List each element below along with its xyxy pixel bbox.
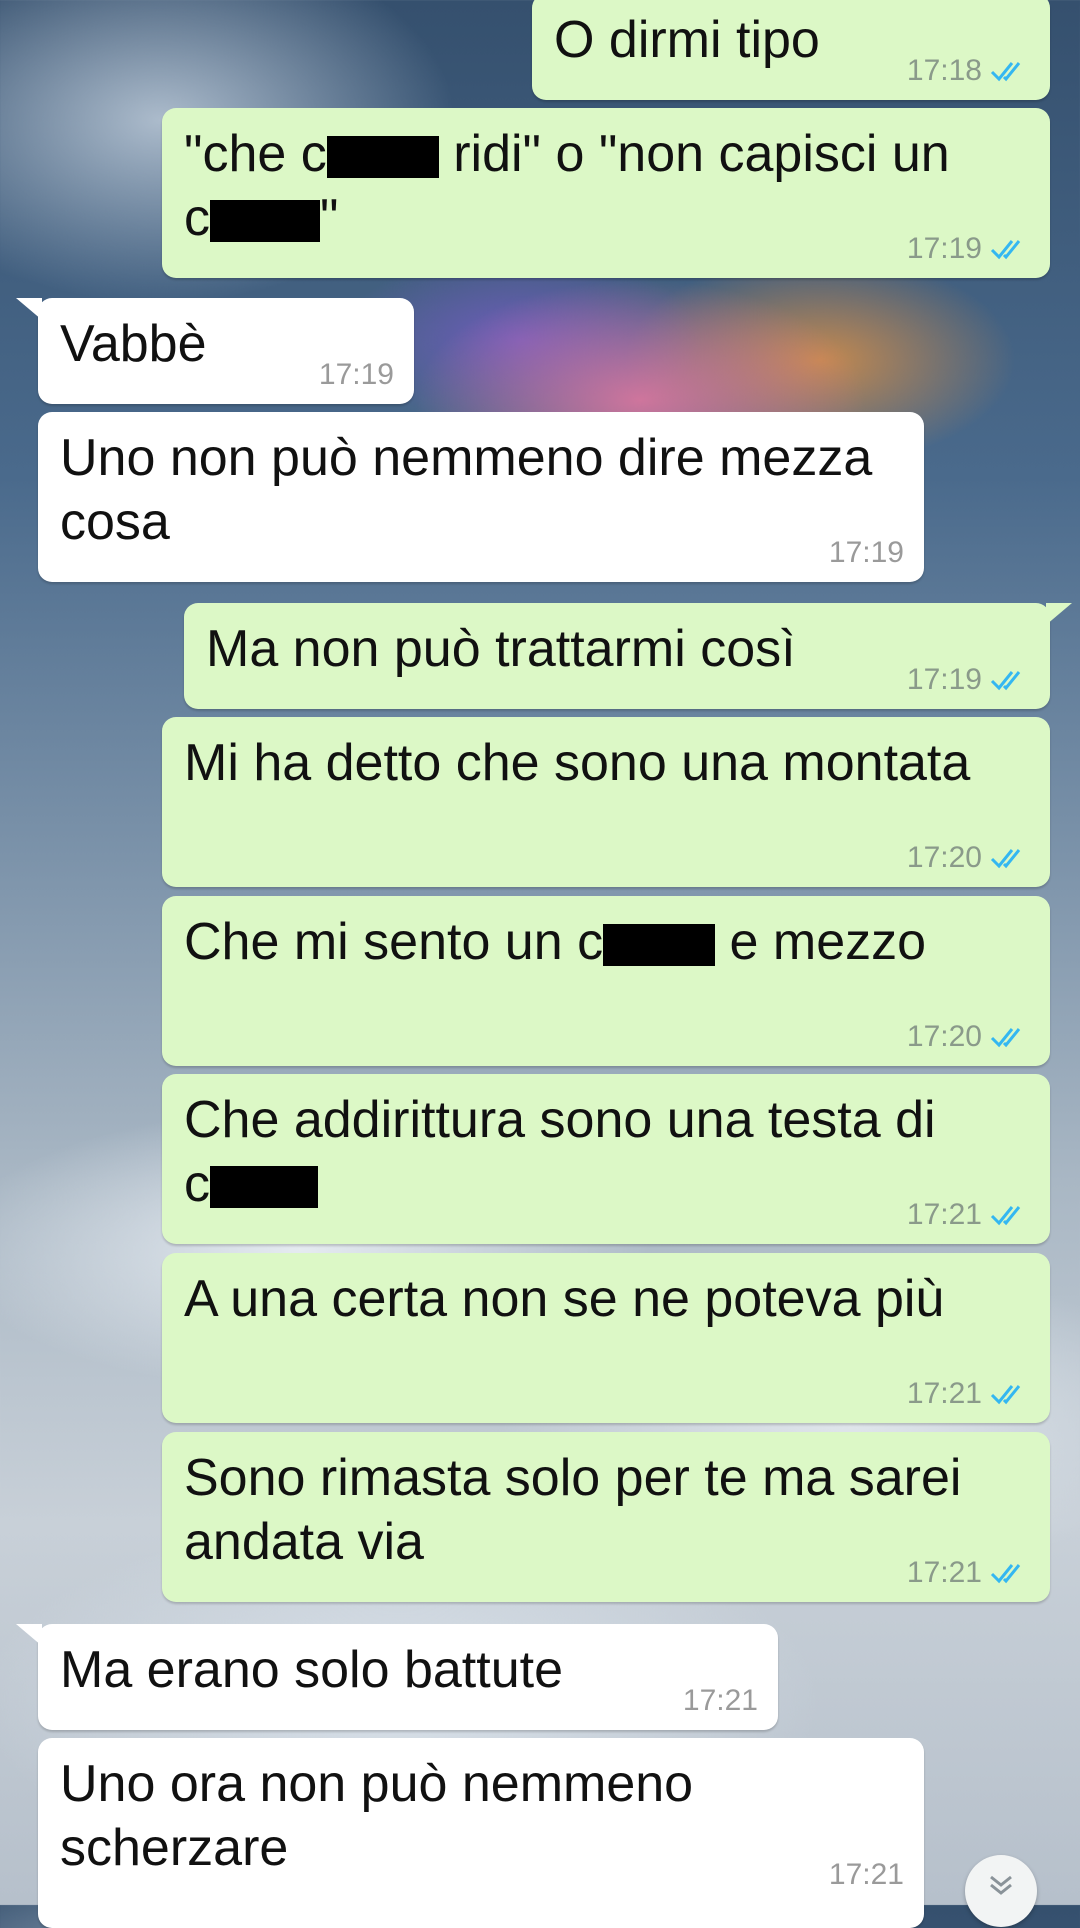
chat-message-list[interactable]: O dirmi tipo 17:18 "che c ridi" o "non c…: [0, 0, 1080, 1928]
scroll-to-bottom-button[interactable]: [965, 1855, 1037, 1927]
message-text: Mi ha detto che sono una montata: [184, 734, 971, 792]
message-text: "che c ridi" o "non capisci un c ": [184, 125, 950, 247]
double-chevron-down-icon: [990, 1875, 1012, 1895]
read-receipt-icon: [990, 849, 1021, 869]
message-text: Ma erano solo battute: [60, 1641, 563, 1699]
message-text: Che addirittura sono una testa di c: [184, 1091, 936, 1213]
message-time: 17:21: [906, 1556, 982, 1589]
outgoing-message[interactable]: O dirmi tipo 17:18: [532, 0, 1050, 100]
message-meta: 17:20: [907, 1020, 1030, 1054]
message-text: Sono rimasta solo per te ma sarei andata…: [184, 1449, 976, 1571]
message-meta: 17:19: [829, 536, 904, 570]
bubble-tail: [16, 298, 42, 320]
read-receipt-icon: [990, 240, 1021, 260]
censor-bar: [210, 1166, 318, 1209]
message-time: 17:21: [682, 1684, 758, 1717]
message-time: 17:19: [906, 663, 982, 696]
message-meta: 17:21: [683, 1684, 758, 1718]
outgoing-message[interactable]: Che addirittura sono una testa di c 17:21: [162, 1074, 1050, 1244]
read-receipt-icon: [990, 1385, 1021, 1405]
message-time: 17:21: [906, 1377, 982, 1410]
message-time: 17:19: [906, 232, 982, 265]
incoming-message[interactable]: Uno ora non può nemmeno scherzare 17:21: [38, 1738, 924, 1928]
message-text: Ma non può trattarmi così: [206, 620, 796, 678]
censor-bar: [603, 924, 716, 967]
bubble-tail: [1046, 603, 1072, 625]
message-text: Uno ora non può nemmeno scherzare: [60, 1755, 708, 1877]
message-meta: 17:18: [907, 54, 1030, 88]
read-receipt-icon: [990, 1028, 1021, 1048]
read-receipt-icon: [990, 1564, 1021, 1584]
read-receipt-icon: [990, 1206, 1021, 1226]
message-text: Uno non può nemmeno dire mezza cosa: [60, 429, 887, 551]
message-text: Che mi sento un c e mezzo: [184, 913, 927, 971]
outgoing-message[interactable]: "che c ridi" o "non capisci un c " 17:19: [162, 108, 1050, 278]
outgoing-message[interactable]: A una certa non se ne poteva più 17:21: [162, 1253, 1050, 1423]
message-meta: 17:21: [907, 1377, 1030, 1411]
censor-bar: [210, 200, 320, 243]
message-time: 17:18: [906, 54, 982, 87]
message-meta: 17:21: [829, 1858, 904, 1892]
message-time: 17:20: [906, 841, 982, 874]
incoming-message[interactable]: Uno non può nemmeno dire mezza cosa 17:1…: [38, 412, 924, 582]
message-time: 17:19: [318, 358, 394, 391]
outgoing-message[interactable]: Ma non può trattarmi così 17:19: [184, 603, 1072, 709]
message-time: 17:21: [906, 1198, 982, 1231]
message-meta: 17:20: [907, 841, 1030, 875]
message-time: 17:19: [828, 536, 904, 569]
incoming-message[interactable]: Vabbè 17:19: [16, 298, 414, 404]
read-receipt-icon: [990, 62, 1021, 82]
outgoing-message[interactable]: Che mi sento un c e mezzo 17:20: [162, 896, 1050, 1066]
incoming-message[interactable]: Ma erano solo battute 17:21: [16, 1624, 778, 1730]
message-meta: 17:21: [907, 1556, 1030, 1590]
message-meta: 17:19: [319, 358, 394, 392]
message-time: 17:21: [828, 1858, 904, 1891]
bubble-tail: [16, 1624, 42, 1646]
message-time: 17:20: [906, 1020, 982, 1053]
outgoing-message[interactable]: Sono rimasta solo per te ma sarei andata…: [162, 1432, 1050, 1602]
censor-bar: [326, 136, 439, 179]
message-text: A una certa non se ne poteva più: [184, 1270, 945, 1328]
outgoing-message[interactable]: Mi ha detto che sono una montata 17:20: [162, 717, 1050, 887]
message-meta: 17:19: [907, 232, 1030, 266]
message-meta: 17:21: [907, 1198, 1030, 1232]
read-receipt-icon: [990, 671, 1021, 691]
message-meta: 17:19: [907, 663, 1030, 697]
